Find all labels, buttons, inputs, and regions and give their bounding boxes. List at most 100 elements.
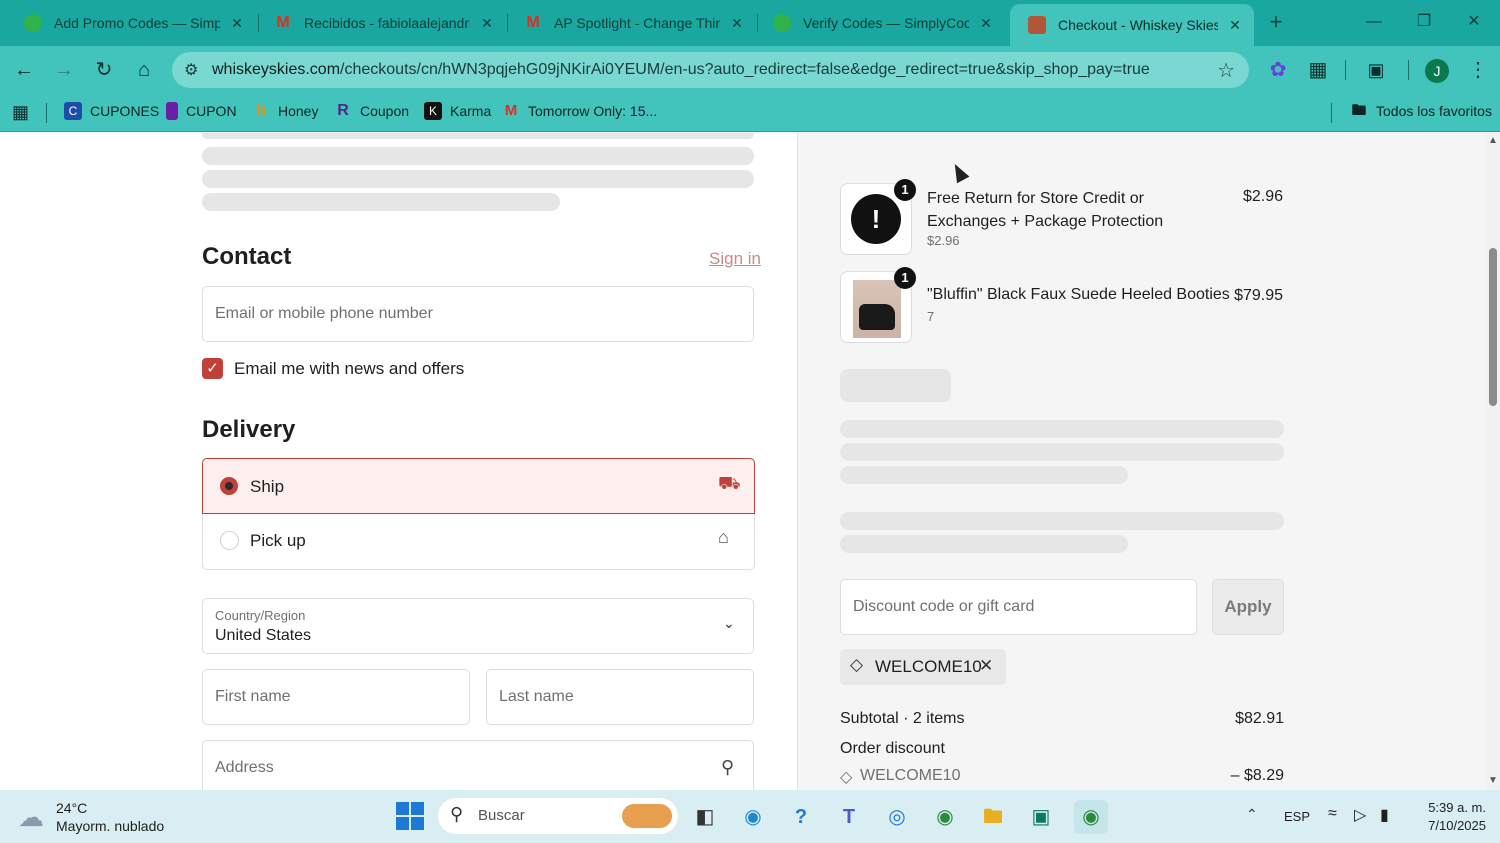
bookmark-coupon[interactable]: R Coupon — [334, 102, 409, 120]
windows-start-icon[interactable] — [396, 802, 424, 830]
url-path: /checkouts/cn/hWN3pqjehG09jNKirAi0YEUM/e… — [340, 61, 1150, 78]
bookmark-cupones[interactable]: C CUPONES — [64, 102, 159, 120]
weather-text: Mayorm. nublado — [56, 818, 165, 834]
skeleton-line — [840, 420, 1284, 438]
item-variant: 7 — [927, 309, 935, 324]
ship-option[interactable]: Ship ⛟ — [202, 458, 755, 514]
apps-icon[interactable]: ▦ — [12, 102, 29, 123]
close-icon[interactable]: ✕ — [1226, 17, 1244, 34]
bootie-shape — [859, 304, 895, 330]
remote-desktop-icon[interactable]: ▣ — [1024, 800, 1058, 834]
skeleton-line — [840, 535, 1128, 553]
chrome-icon[interactable]: ◉ — [928, 800, 962, 834]
edge-browser-icon[interactable]: ◎ — [880, 800, 914, 834]
menu-icon[interactable]: ⋮ — [1462, 54, 1494, 86]
page-scrollbar[interactable]: ▲ ▼ — [1486, 133, 1500, 790]
truck-icon: ⛟ — [718, 473, 741, 493]
file-explorer-icon[interactable]: 🖿 — [976, 800, 1010, 834]
remove-discount-icon[interactable]: ✕ — [979, 656, 993, 676]
skeleton-line — [202, 147, 754, 165]
all-favorites-label: Todos los favoritos — [1376, 103, 1492, 119]
discount-code-label: WELCOME10 — [860, 767, 961, 784]
folder-icon: 🖿 — [1351, 102, 1367, 119]
url-text[interactable]: whiskeyskies.com/checkouts/cn/hWN3pqjehG… — [212, 61, 1150, 79]
bookmark-label: Tomorrow Only: 15... — [528, 103, 658, 119]
sign-in-link[interactable]: Sign in — [709, 249, 761, 269]
close-icon[interactable]: ✕ — [728, 15, 746, 32]
ship-radio[interactable] — [220, 477, 238, 495]
email-field[interactable]: Email or mobile phone number — [202, 286, 754, 342]
wifi-icon[interactable]: ≈ — [1328, 805, 1337, 823]
tab-title: Checkout - Whiskey Skies — [1058, 17, 1218, 33]
home-icon[interactable]: ⌂ — [128, 54, 160, 86]
discount-code-field[interactable]: Discount code or gift card — [840, 579, 1197, 635]
new-tab-button[interactable]: + — [1256, 8, 1296, 36]
battery-icon[interactable]: ▮ — [1380, 805, 1389, 825]
chrome-active-icon[interactable]: ◉ — [1074, 800, 1108, 834]
scroll-up-icon[interactable]: ▲ — [1488, 135, 1498, 146]
email-placeholder: Email or mobile phone number — [215, 305, 433, 322]
whiskey-skies-icon — [1028, 16, 1046, 34]
newsletter-checkbox[interactable]: ✓ — [202, 358, 223, 379]
bookmark-star-icon[interactable]: ☆ — [1217, 58, 1235, 83]
address-bar[interactable]: ⚙ whiskeyskies.com/checkouts/cn/hWN3pqje… — [172, 52, 1249, 88]
scroll-down-icon[interactable]: ▼ — [1488, 775, 1498, 786]
simplycodes-icon — [773, 14, 791, 32]
clock-date[interactable]: 7/10/2025 — [1410, 818, 1486, 833]
bookmark-honey[interactable]: h Honey — [252, 102, 318, 120]
reload-icon[interactable]: ↻ — [88, 54, 120, 86]
apply-button[interactable]: Apply — [1212, 579, 1284, 635]
checkout-page: Contact Sign in Email or mobile phone nu… — [0, 133, 1486, 790]
tab-checkout-whiskey-skies[interactable]: Checkout - Whiskey Skies ✕ — [1010, 4, 1254, 46]
pickup-radio[interactable] — [220, 531, 239, 550]
tab-ap-spotlight[interactable]: M AP Spotlight - Change Thing ✕ — [506, 6, 756, 40]
bookmark-cupon[interactable]: CUPON — [166, 102, 237, 120]
help-icon[interactable]: ? — [784, 800, 818, 834]
tab-recibidos[interactable]: M Recibidos - fabiolaalejandria ✕ — [256, 6, 506, 40]
close-icon[interactable]: ✕ — [977, 15, 995, 32]
close-window-button[interactable]: ✕ — [1454, 8, 1494, 36]
minimize-button[interactable]: — — [1354, 8, 1394, 36]
coupon-icon: R — [337, 102, 349, 119]
bookmarks-divider — [46, 103, 47, 123]
language-indicator[interactable]: ESP — [1284, 809, 1310, 824]
tab-add-promo-codes[interactable]: Add Promo Codes — Simply ✕ — [6, 6, 256, 40]
back-icon[interactable]: ← — [8, 54, 40, 86]
close-icon[interactable]: ✕ — [228, 15, 246, 32]
gmail-icon: M — [504, 102, 518, 119]
url-domain: whiskeyskies.com — [212, 61, 341, 78]
bookmark-label: CUPON — [186, 103, 237, 119]
browser-toolbar: ← → ↻ ⌂ ⚙ whiskeyskies.com/checkouts/cn/… — [0, 46, 1500, 94]
all-favorites-button[interactable]: 🖿 Todos los favoritos — [1350, 102, 1492, 120]
bookmark-karma[interactable]: K Karma — [424, 102, 491, 120]
taskbar-search[interactable]: ⚲ Buscar — [438, 798, 678, 834]
tab-verify-codes[interactable]: Verify Codes — SimplyCodes ✕ — [755, 6, 1005, 40]
ship-label: Ship — [250, 477, 285, 496]
teams-icon[interactable]: T — [832, 800, 866, 834]
clock-time[interactable]: 5:39 a. m. — [1410, 800, 1486, 815]
country-select[interactable]: Country/Region United States ⌄ — [202, 598, 754, 654]
restore-button[interactable]: ❐ — [1404, 8, 1444, 36]
bookmarks-divider — [1331, 103, 1332, 123]
tab-title: Verify Codes — SimplyCodes — [803, 15, 969, 31]
first-name-field[interactable]: First name — [202, 669, 470, 725]
bookmark-icon: C — [64, 102, 82, 120]
chevron-up-icon[interactable]: ⌃ — [1246, 806, 1258, 823]
volume-icon[interactable]: ▷ — [1354, 805, 1366, 825]
site-info-icon[interactable]: ⚙ — [184, 60, 198, 80]
task-view-icon[interactable]: ◧ — [688, 800, 722, 834]
cloud-icon: ☁ — [18, 802, 44, 832]
pickup-option[interactable]: Pick up ⌂ — [202, 514, 755, 570]
close-icon[interactable]: ✕ — [478, 15, 496, 32]
bookmark-tomorrow-only[interactable]: M Tomorrow Only: 15... — [502, 102, 657, 120]
tab-title: AP Spotlight - Change Thing — [554, 15, 720, 31]
edge-icon[interactable]: ◉ — [736, 800, 770, 834]
forward-icon[interactable]: → — [48, 54, 80, 86]
address-field[interactable]: Address ⚲ — [202, 740, 754, 790]
extensions-icon[interactable]: ▦ — [1302, 54, 1334, 86]
last-name-field[interactable]: Last name — [486, 669, 754, 725]
profile-avatar[interactable]: J — [1425, 59, 1449, 83]
screenshot-icon[interactable]: ▣ — [1360, 54, 1392, 86]
copilot-icon[interactable]: ✿ — [1262, 54, 1294, 86]
scrollbar-thumb[interactable] — [1489, 248, 1497, 406]
